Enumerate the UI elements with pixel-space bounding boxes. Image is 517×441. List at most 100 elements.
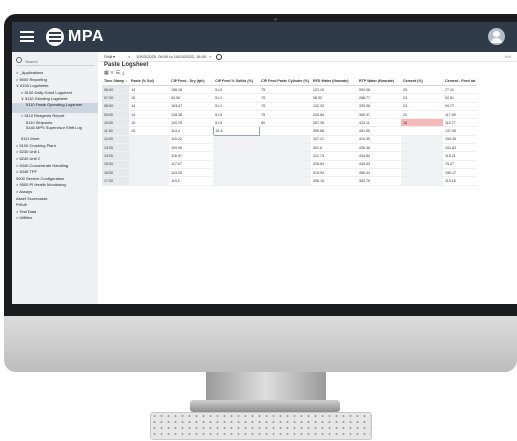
sidebar-item[interactable]: > 9500 PI Health Monitoring bbox=[12, 182, 98, 189]
table-cell[interactable]: 137.05 bbox=[442, 126, 478, 136]
column-header[interactable]: RFD Water (flowrate) bbox=[310, 77, 357, 86]
table-cell[interactable] bbox=[129, 168, 170, 178]
table-cell[interactable]: 123.15 bbox=[310, 85, 357, 95]
table-cell[interactable] bbox=[400, 160, 443, 169]
table-cell[interactable] bbox=[129, 151, 170, 161]
sidebar-item[interactable]: Asset Scorecards bbox=[12, 196, 98, 203]
table-cell[interactable]: 359.65 bbox=[310, 126, 357, 136]
table-cell[interactable] bbox=[129, 135, 170, 145]
table-cell[interactable]: 114.4 bbox=[169, 126, 214, 136]
table-cell[interactable] bbox=[400, 176, 443, 186]
sidebar-item[interactable]: 5110 Paste Operating Logsheet bbox=[12, 102, 98, 113]
sidebar-item[interactable]: > 5240 Unit 2 bbox=[12, 156, 98, 163]
sidebar-item[interactable]: > Utilities bbox=[12, 215, 98, 222]
table-cell[interactable]: 287.35 bbox=[310, 118, 357, 128]
table-cell[interactable]: 93.56 bbox=[169, 93, 214, 103]
table-cell[interactable]: 154.35 bbox=[442, 135, 478, 145]
table-cell[interactable]: 94.77 bbox=[442, 102, 478, 111]
date-range[interactable]: 10/03/2020, 06:00 to 10/03/2020, 18:00 bbox=[136, 52, 206, 61]
column-header[interactable]: Cement (%) bbox=[400, 77, 443, 86]
table-cell[interactable]: 75 bbox=[259, 110, 311, 120]
sidebar-item[interactable]: > 5000 Reporting bbox=[12, 77, 98, 84]
table-cell[interactable]: 77.41 bbox=[442, 85, 478, 95]
sidebar-item[interactable]: ∨ 5100 Logsheets bbox=[12, 83, 98, 90]
table-cell[interactable]: 116.97 bbox=[169, 151, 214, 161]
column-header[interactable]: Paste (% Sol) bbox=[129, 77, 170, 86]
table-cell[interactable] bbox=[213, 160, 260, 169]
table-cell[interactable]: 383.76 bbox=[356, 176, 401, 186]
table-cell[interactable]: 14 bbox=[129, 102, 170, 111]
table-cell[interactable]: 288.77 bbox=[356, 93, 401, 103]
next-period-button[interactable]: > bbox=[209, 52, 211, 61]
table-cell[interactable]: 75 bbox=[259, 102, 311, 111]
table-cell[interactable] bbox=[129, 160, 170, 169]
table-cell[interactable] bbox=[213, 176, 260, 186]
table-cell[interactable]: 92.81 bbox=[442, 93, 478, 103]
table-cell[interactable] bbox=[259, 176, 311, 186]
table-cell[interactable]: 15 bbox=[129, 118, 170, 128]
table-cell[interactable]: 347.21 bbox=[310, 135, 357, 145]
table-cell[interactable] bbox=[259, 151, 311, 161]
table-cell[interactable] bbox=[400, 143, 443, 153]
table-cell[interactable]: 434.84 bbox=[356, 151, 401, 161]
table-cell[interactable] bbox=[400, 135, 443, 145]
table-cell[interactable]: 245.84 bbox=[310, 110, 357, 120]
column-header[interactable]: Cement - Feed rat bbox=[442, 77, 478, 86]
table-cell[interactable]: 80 bbox=[259, 118, 311, 128]
table-cell[interactable]: 24 bbox=[400, 102, 443, 111]
download-icon[interactable]: ⤓ bbox=[122, 70, 126, 76]
table-cell[interactable] bbox=[400, 151, 443, 161]
table-cell[interactable] bbox=[400, 168, 443, 178]
table-cell[interactable]: 51.2 bbox=[213, 102, 260, 111]
column-header[interactable]: Time Stamp ↑ bbox=[102, 77, 130, 86]
sidebar-item[interactable]: 9000 Service Configuration bbox=[12, 176, 98, 183]
table-cell[interactable]: 120.29 bbox=[169, 118, 214, 128]
table-cell[interactable]: 151.63 bbox=[442, 143, 478, 153]
table-cell[interactable]: 117.07 bbox=[169, 160, 214, 169]
table-cell[interactable]: 20 bbox=[400, 110, 443, 120]
table-cell[interactable]: 75.27 bbox=[442, 160, 478, 169]
sidebar-item[interactable]: > 5345 TPF bbox=[12, 169, 98, 176]
table-cell[interactable]: 51.5 bbox=[213, 85, 260, 95]
table-cell[interactable]: 110.77 bbox=[442, 118, 478, 128]
table-cell[interactable]: 436.38 bbox=[356, 143, 401, 153]
grid-view-icon[interactable]: ▦ bbox=[104, 70, 111, 76]
sidebar-item[interactable]: 5140 MPS Supervisor Shift Log bbox=[12, 126, 98, 136]
table-cell[interactable]: 25 bbox=[400, 85, 443, 95]
table-cell[interactable] bbox=[213, 168, 260, 178]
table-cell[interactable]: 18 bbox=[400, 118, 443, 128]
table-cell[interactable]: 156.16 bbox=[169, 85, 214, 95]
table-cell[interactable]: 328.64 bbox=[310, 160, 357, 169]
column-header[interactable]: CIP Feed Paste Cylinder (%) bbox=[259, 77, 311, 86]
table-cell[interactable]: 14 bbox=[129, 110, 170, 120]
sidebar-item[interactable]: ∨ 5110 Grinding Logsheet bbox=[12, 96, 98, 103]
table-cell[interactable]: 75 bbox=[259, 85, 311, 95]
table-cell[interactable]: 128.38 bbox=[169, 110, 214, 120]
table-cell[interactable]: 15 bbox=[129, 126, 170, 136]
table-cell[interactable]: 51.5 bbox=[213, 118, 260, 128]
table-cell[interactable]: 449.43 bbox=[356, 160, 401, 169]
table-cell[interactable] bbox=[129, 176, 170, 186]
table-cell[interactable]: 451.50 bbox=[356, 126, 401, 136]
table-cell[interactable]: 14 bbox=[129, 85, 170, 95]
table-cell[interactable] bbox=[213, 143, 260, 153]
sidebar-item[interactable]: 5110 Setpoints bbox=[12, 120, 98, 127]
table-cell[interactable]: 117.69 bbox=[442, 110, 478, 120]
table-cell[interactable]: 423.11 bbox=[356, 118, 401, 128]
sidebar-item[interactable]: > Assays bbox=[12, 189, 98, 196]
table-cell[interactable]: 115.22 bbox=[169, 135, 214, 145]
sidebar-item[interactable]: PiSoft bbox=[12, 202, 98, 209]
table-cell[interactable]: 124.05 bbox=[169, 168, 214, 178]
table-cell[interactable]: 163.47 bbox=[169, 102, 214, 111]
clock-icon[interactable] bbox=[216, 54, 222, 60]
table-cell[interactable]: 75 bbox=[259, 93, 311, 103]
table-cell[interactable]: 119.1 bbox=[169, 176, 214, 186]
table-cell[interactable]: 98.32 bbox=[310, 93, 357, 103]
user-avatar-icon[interactable] bbox=[488, 28, 505, 45]
table-cell[interactable]: 319.93 bbox=[310, 168, 357, 178]
sidebar-item[interactable]: > 5230 Unit 1 bbox=[12, 149, 98, 156]
menu-icon[interactable] bbox=[20, 31, 34, 42]
table-cell[interactable] bbox=[259, 143, 311, 153]
table-cell[interactable]: 301.8 bbox=[310, 143, 357, 153]
table-cell[interactable] bbox=[213, 135, 260, 145]
